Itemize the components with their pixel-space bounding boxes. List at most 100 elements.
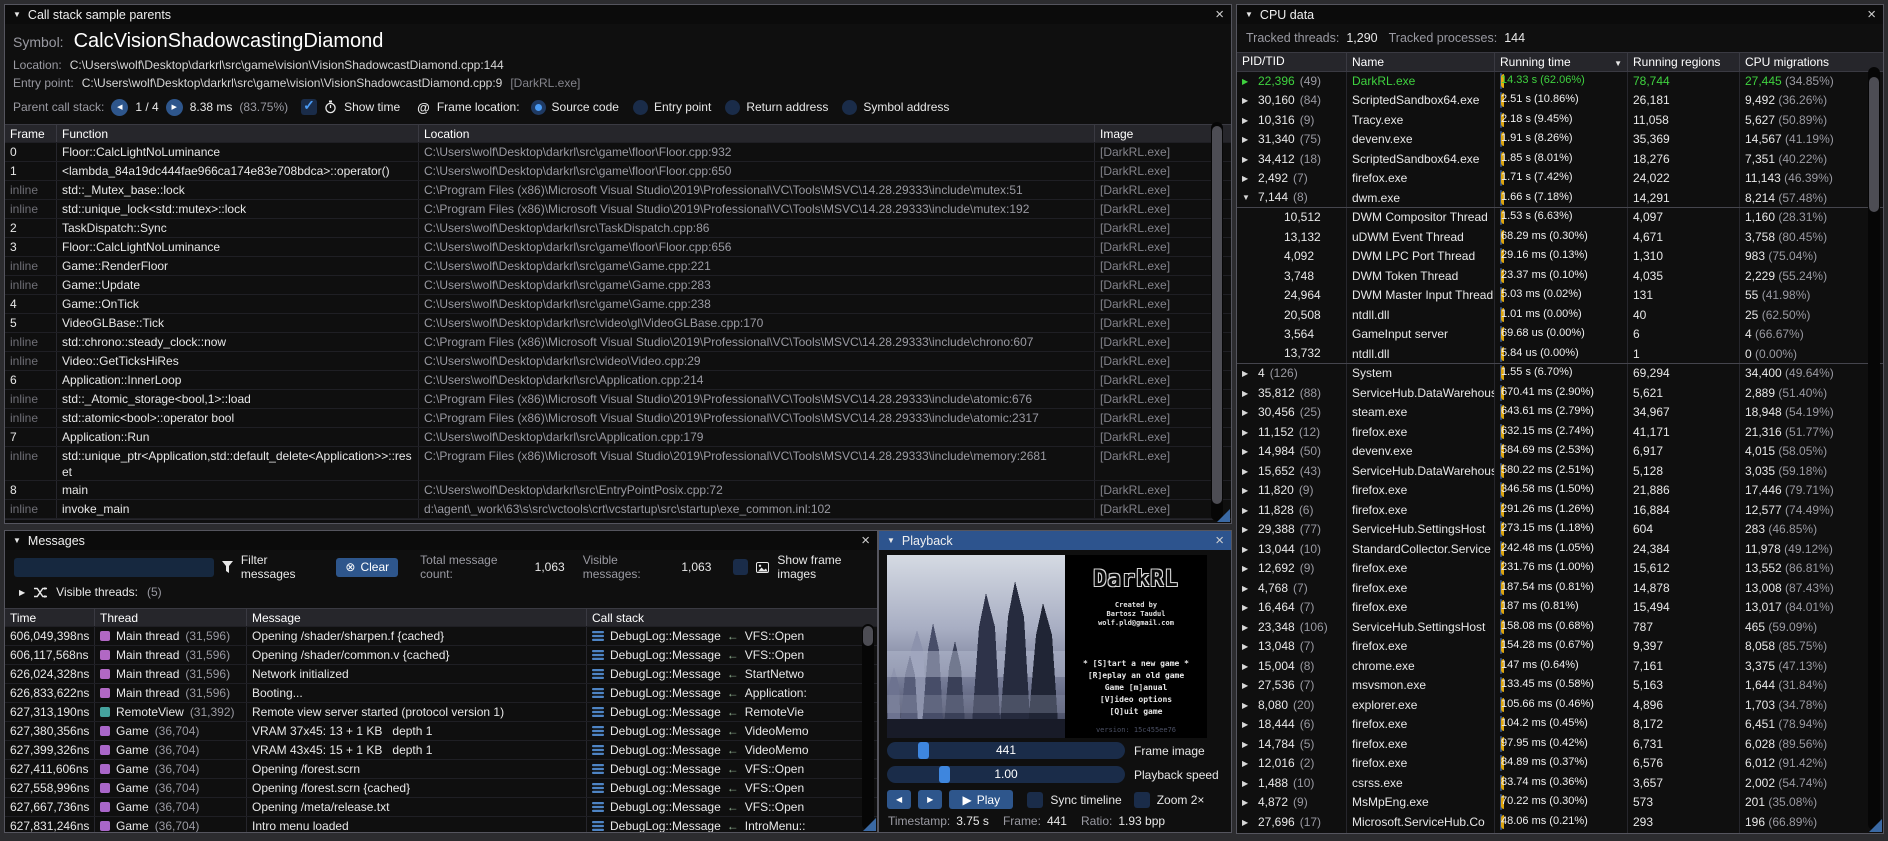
callstack-list-icon[interactable] [592, 687, 604, 699]
expand-arrow-icon[interactable]: ▶ [1242, 696, 1253, 715]
cpu-process-row[interactable]: ▶ 18,444 (6) firefox.exe 104.2 ms (0.45%… [1237, 715, 1883, 735]
callstack-list-icon[interactable] [592, 744, 604, 756]
callstack-row[interactable]: 6 Application::InnerLoop C:\Users\wolf\D… [5, 371, 1231, 390]
cpu-process-row[interactable]: ▶ 4,872 (9) MsMpEng.exe 70.22 ms (0.30%)… [1237, 793, 1883, 813]
scrollbar-grab[interactable] [863, 626, 873, 646]
column-header[interactable]: Thread [95, 609, 247, 626]
cpu-process-row[interactable]: ▶ 1,488 (10) csrss.exe 83.74 ms (0.36%) … [1237, 774, 1883, 794]
cpu-process-row[interactable]: 3,564 GameInput server 69.68 us (0.00%) … [1237, 325, 1883, 345]
cpu-process-row[interactable]: ▶ 23,348 (106) ServiceHub.SettingsHost 1… [1237, 618, 1883, 638]
frame-location-radio[interactable]: Symbol address [842, 100, 949, 115]
expand-arrow-icon[interactable]: ▶ [1242, 657, 1253, 676]
cpu-process-row[interactable]: ▶ 11,820 (9) firefox.exe 346.58 ms (1.50… [1237, 481, 1883, 501]
scrollbar-grab[interactable] [1869, 77, 1879, 212]
callstack-row[interactable]: inline Game::Update C:\Users\wolf\Deskto… [5, 276, 1231, 295]
sync-timeline-checkbox[interactable] [1027, 792, 1043, 808]
expand-arrow-icon[interactable]: ▶ [1242, 91, 1253, 110]
cpu-process-row[interactable]: ▶ 4 (126) System 1.55 s (6.70%) 69,294 3… [1237, 364, 1883, 384]
callstack-row[interactable]: inline std::unique_lock<std::mutex>::loc… [5, 200, 1231, 219]
callstack-row[interactable]: 4 Game::OnTick C:\Users\wolf\Desktop\dar… [5, 295, 1231, 314]
message-row[interactable]: 627,313,190ns RemoteView (31,392) Remote… [5, 703, 877, 722]
expand-arrow-icon[interactable]: ▶ [1242, 501, 1253, 520]
callstack-row[interactable]: inline std::chrono::steady_clock::now C:… [5, 333, 1231, 352]
callstack-row[interactable]: inline invoke_main d:\agent\_work\63\s\s… [5, 500, 1231, 519]
callstack-row[interactable]: inline std::atomic<bool>::operator bool … [5, 409, 1231, 428]
column-header[interactable]: Running regions [1628, 53, 1740, 71]
message-row[interactable]: 626,833,622ns Main thread (31,596) Booti… [5, 684, 877, 703]
expand-arrow-icon[interactable]: ▶ [1242, 384, 1253, 403]
playback-frame-image[interactable]: DarkRL Created byBartosz Taudulwolf.pld@… [887, 555, 1207, 738]
expand-arrow-icon[interactable]: ▶ [1242, 559, 1253, 578]
zoom-2x-checkbox[interactable] [1134, 792, 1150, 808]
play-button[interactable]: ▶ Play [949, 790, 1013, 809]
callstack-list-icon[interactable] [592, 630, 604, 642]
callstack-scrollbar[interactable] [1211, 122, 1223, 521]
close-icon[interactable]: × [1215, 531, 1224, 550]
expand-arrow-icon[interactable]: ▶ [1242, 150, 1253, 169]
cpu-process-row[interactable]: 13,732 ntdll.dll 5.84 us (0.00%) 1 0 (0.… [1237, 345, 1883, 365]
playback-speed-slider[interactable]: 1.00 [887, 766, 1125, 783]
cpu-process-row[interactable]: ▶ 13,048 (7) firefox.exe 154.28 ms (0.67… [1237, 637, 1883, 657]
cpu-process-row[interactable]: ▶ 11,828 (6) firefox.exe 291.26 ms (1.26… [1237, 501, 1883, 521]
expand-arrow-icon[interactable]: ▶ [1242, 481, 1253, 500]
expand-arrow-icon[interactable]: ▶ [1242, 754, 1253, 773]
expand-arrow-icon[interactable]: ▶ [1242, 793, 1253, 812]
callstack-list-icon[interactable] [592, 801, 604, 813]
cpu-process-row[interactable]: 3,748 DWM Token Thread 23.37 ms (0.10%) … [1237, 267, 1883, 287]
expand-arrow-icon[interactable]: ▶ [1242, 637, 1253, 656]
clear-button[interactable]: ⊗ Clear [336, 558, 398, 577]
callstack-row[interactable]: 0 Floor::CalcLightNoLuminance C:\Users\w… [5, 143, 1231, 162]
cpu-process-row[interactable]: ▶ 31,340 (75) devenv.exe 1.91 s (8.26%) … [1237, 130, 1883, 150]
cpu-process-row[interactable]: ▶ 12,016 (2) firefox.exe 84.89 ms (0.37%… [1237, 754, 1883, 774]
message-row[interactable]: 627,831,246ns Game (36,704) Intro menu l… [5, 817, 877, 833]
message-row[interactable]: 627,667,736ns Game (36,704) Opening /met… [5, 798, 877, 817]
expand-arrow-icon[interactable]: ▶ [1242, 72, 1253, 91]
column-header[interactable]: CPU migrations [1740, 53, 1883, 71]
message-row[interactable]: 627,399,326ns Game (36,704) VRAM 43x45: … [5, 741, 877, 760]
callstack-row[interactable]: inline std::_Atomic_storage<bool,1>::loa… [5, 390, 1231, 409]
cpu-process-row[interactable]: ▶ 4,768 (7) firefox.exe 187.54 ms (0.81%… [1237, 579, 1883, 599]
cpu-process-row[interactable]: ▶ 8,080 (20) explorer.exe 105.66 ms (0.4… [1237, 696, 1883, 716]
column-header[interactable]: Image [1095, 125, 1193, 142]
message-row[interactable]: 606,117,568ns Main thread (31,596) Openi… [5, 646, 877, 665]
next-frame-button[interactable]: ▶ [918, 790, 942, 809]
collapse-icon[interactable]: ▼ [1245, 10, 1253, 19]
callstack-list-icon[interactable] [592, 820, 604, 832]
expand-arrow-icon[interactable]: ▶ [1242, 111, 1253, 130]
cpu-process-row[interactable]: ▶ 2,492 (7) firefox.exe 1.71 s (7.42%) 2… [1237, 169, 1883, 189]
expand-arrow-icon[interactable]: ▶ [1242, 676, 1253, 695]
message-row[interactable]: 606,049,398ns Main thread (31,596) Openi… [5, 627, 877, 646]
expand-arrow-icon[interactable]: ▶ [1242, 540, 1253, 559]
expand-arrow-icon[interactable]: ▶ [1242, 442, 1253, 461]
expand-threads-icon[interactable]: ▶ [19, 588, 25, 597]
expand-arrow-icon[interactable]: ▼ [1242, 189, 1253, 208]
expand-arrow-icon[interactable]: ▶ [1242, 403, 1253, 422]
expand-arrow-icon[interactable]: ▶ [1242, 520, 1253, 539]
column-header[interactable]: Name [1347, 53, 1495, 71]
expand-arrow-icon[interactable]: ▶ [1242, 813, 1253, 832]
cpu-process-row[interactable]: ▶ 12,692 (9) firefox.exe 231.76 ms (1.00… [1237, 559, 1883, 579]
column-header-sorted[interactable]: Running time▼ [1495, 53, 1628, 71]
cpu-process-row[interactable]: ▼ 7,144 (8) dwm.exe 1.66 s (7.18%) 14,29… [1237, 189, 1883, 209]
callstack-row[interactable]: 7 Application::Run C:\Users\wolf\Desktop… [5, 428, 1231, 447]
messages-scrollbar[interactable] [862, 624, 874, 830]
cpu-process-row[interactable]: 24,964 DWM Master Input Thread 5.03 ms (… [1237, 286, 1883, 306]
cpu-process-row[interactable]: ▶ 10,316 (9) Tracy.exe 2.18 s (9.45%) 11… [1237, 111, 1883, 131]
cpu-process-row[interactable]: ▶ 27,536 (7) msvsmon.exe 133.45 ms (0.58… [1237, 676, 1883, 696]
expand-arrow-icon[interactable]: ▶ [1242, 364, 1253, 383]
column-header[interactable]: Message [247, 609, 587, 626]
filter-input[interactable] [14, 558, 214, 577]
cpu-process-row[interactable]: ▶ 30,456 (25) steam.exe 643.61 ms (2.79%… [1237, 403, 1883, 423]
resize-grip[interactable] [1869, 819, 1882, 832]
next-parent-button[interactable]: ▶ [166, 99, 183, 116]
collapse-icon[interactable]: ▼ [887, 536, 895, 545]
message-row[interactable]: 626,024,328ns Main thread (31,596) Netwo… [5, 665, 877, 684]
column-header[interactable]: Frame [5, 125, 57, 142]
frame-location-radio[interactable]: Source code [531, 100, 619, 115]
cpu-process-row[interactable]: ▶ 22,396 (49) DarkRL.exe 14.33 s (62.06%… [1237, 72, 1883, 92]
slider-handle[interactable] [918, 742, 929, 759]
callstack-row[interactable]: inline std::_Mutex_base::lock C:\Program… [5, 181, 1231, 200]
callstack-row[interactable]: inline std::unique_ptr<Application,std::… [5, 447, 1231, 481]
prev-parent-button[interactable]: ◀ [111, 99, 128, 116]
cpu-process-row[interactable]: ▶ 27,696 (17) Microsoft.ServiceHub.Co 48… [1237, 813, 1883, 833]
